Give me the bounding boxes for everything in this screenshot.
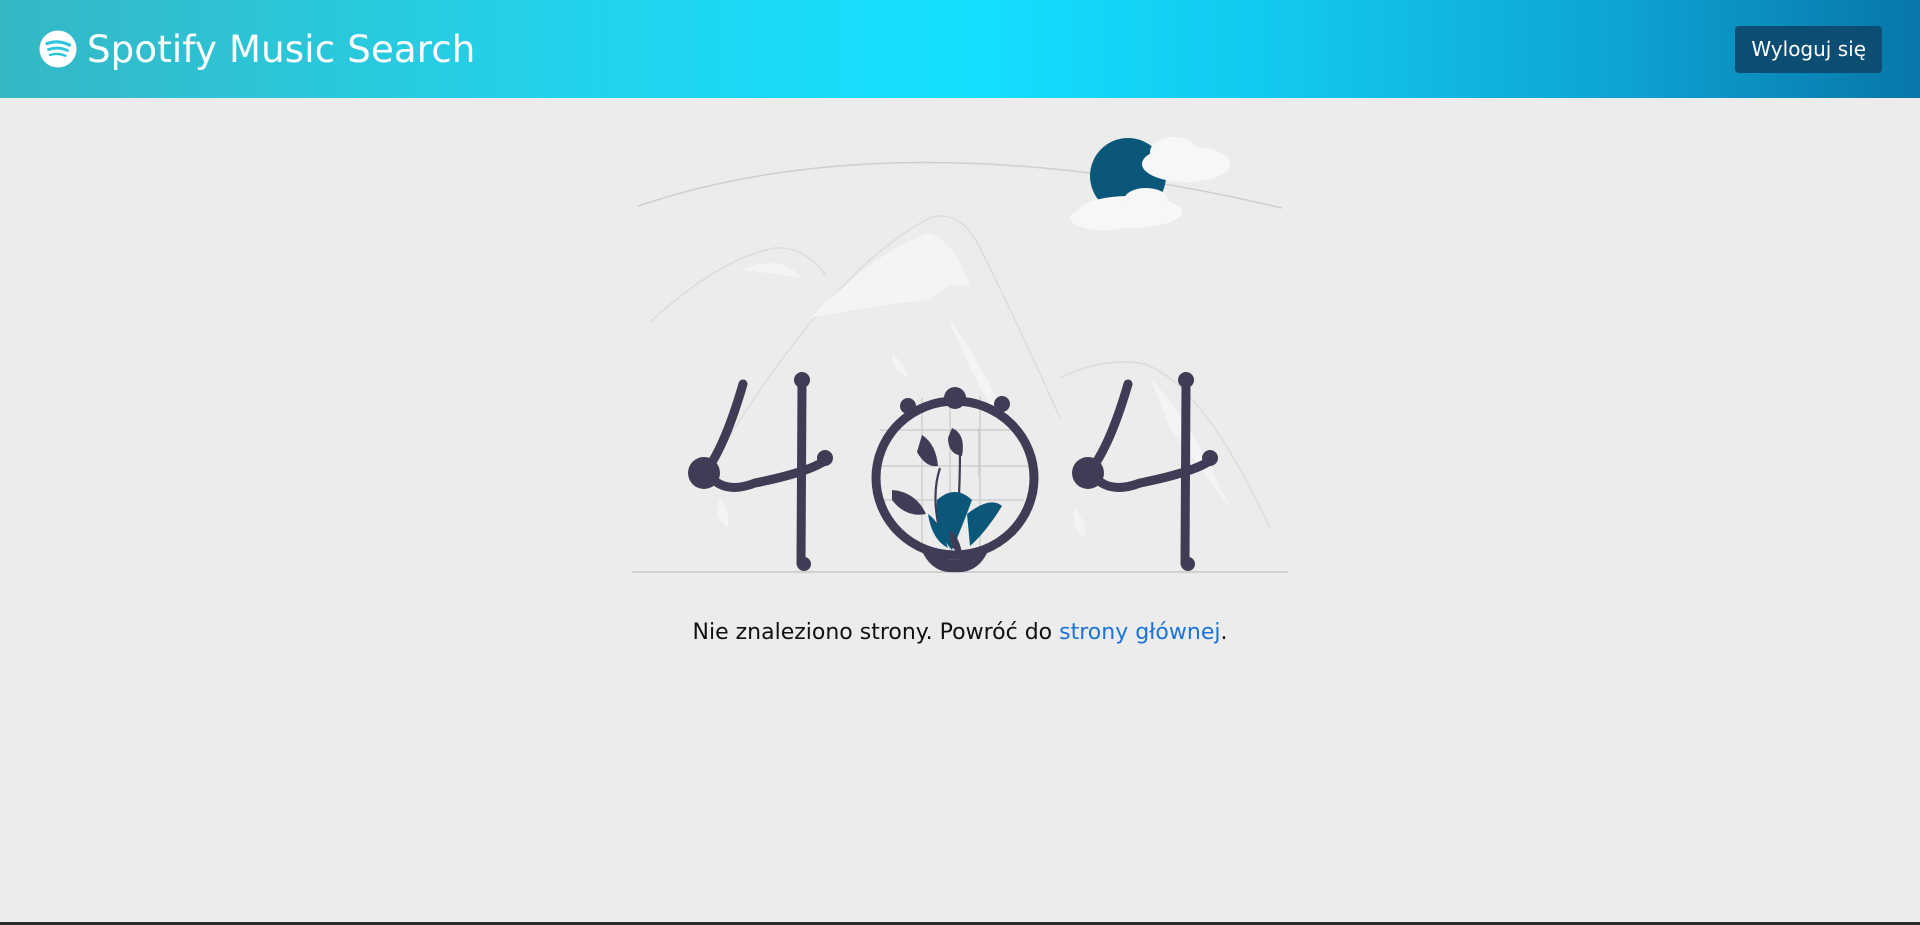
not-found-message-suffix: . (1220, 620, 1228, 645)
digit-four-right-shape (1084, 379, 1213, 569)
brand-title: Spotify Music Search (87, 27, 476, 71)
logout-button[interactable]: Wyloguj się (1735, 25, 1882, 73)
404-illustration (630, 128, 1290, 578)
not-found-message-text: Nie znaleziono strony. Powróć do (692, 620, 1060, 645)
top-navbar: Spotify Music Search Wyloguj się (0, 0, 1920, 98)
brand[interactable]: Spotify Music Search (39, 28, 476, 71)
spotify-logo-icon (39, 30, 77, 68)
home-page-link[interactable]: strony głównej (1059, 620, 1220, 645)
not-found-message: Nie znaleziono strony. Powróć do strony … (0, 620, 1920, 645)
digit-four-left-shape (700, 379, 828, 569)
mountain-snow-shape (810, 233, 970, 318)
digit-zero-shape (871, 387, 1039, 573)
